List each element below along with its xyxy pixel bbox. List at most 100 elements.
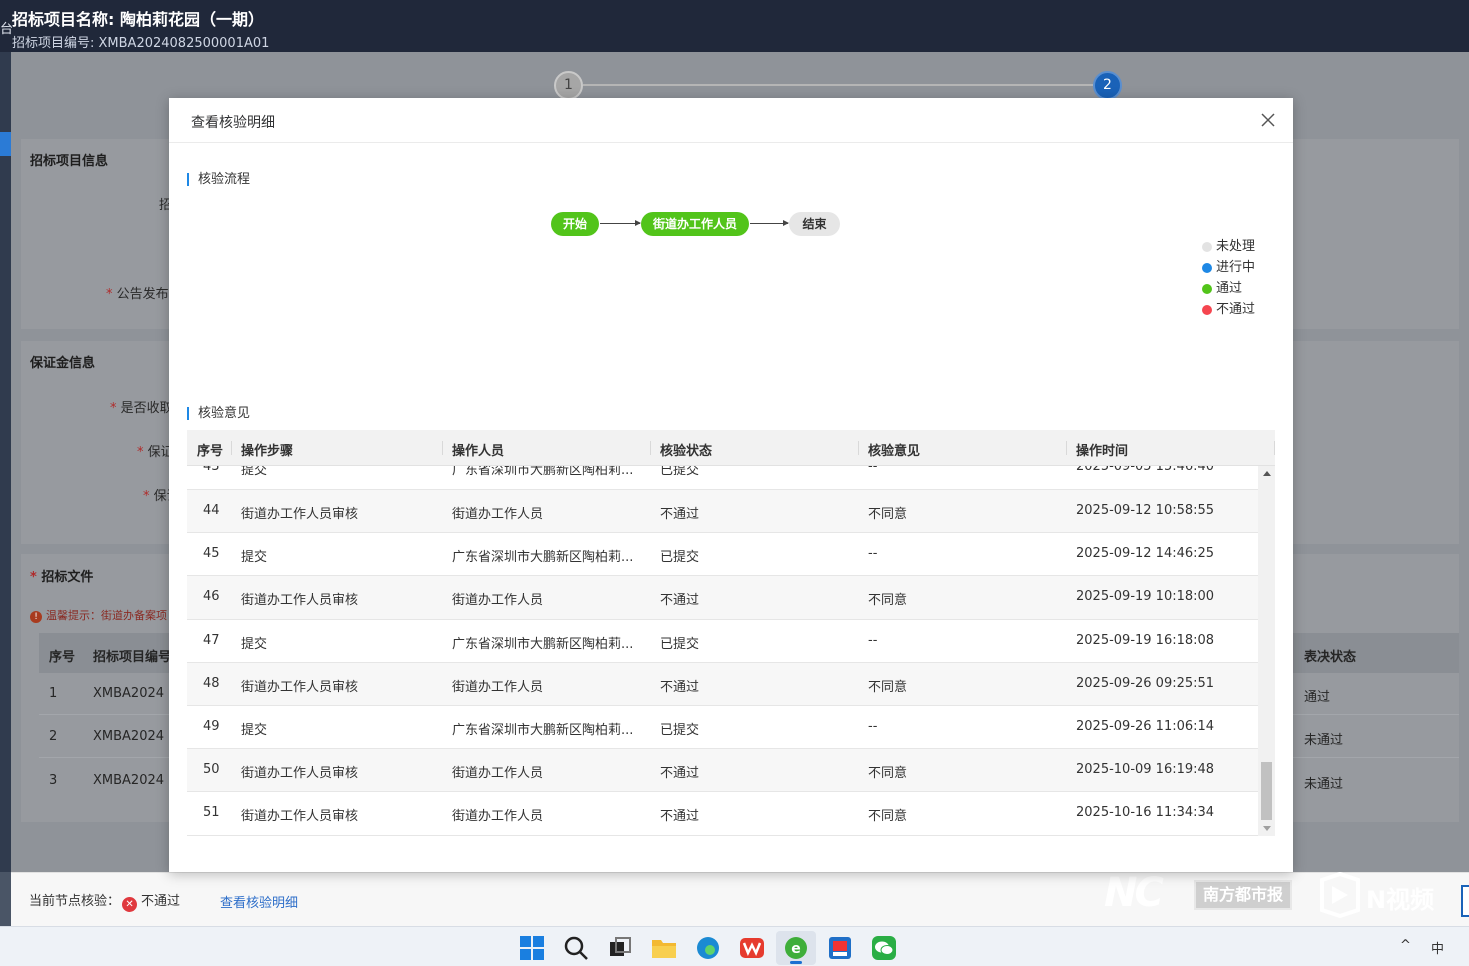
cell-status: 不通过 [660, 679, 700, 695]
col-status: 核验状态 [660, 444, 713, 459]
legend-dot-icon [1202, 284, 1212, 294]
windows-start-icon[interactable] [519, 935, 545, 961]
cell-operator: 街道办工作人员 [452, 766, 544, 782]
files-col-code: 招标项目编号 [93, 650, 172, 665]
cell-time: 2025-09-19 10:18:00 [1076, 589, 1215, 605]
cell-time: 2025-10-09 16:19:48 [1076, 762, 1215, 778]
edge-browser-icon[interactable] [695, 935, 721, 961]
nandu-watermark: NC 南方都市报 [1104, 870, 1292, 916]
ime-indicator[interactable]: 中 [1431, 938, 1444, 957]
edge-button[interactable] [1461, 885, 1469, 917]
cell-seq: 44 [203, 503, 220, 518]
files-row-code: XMBA2024 [93, 686, 165, 701]
table-row[interactable]: 51 街道办工作人员审核 街道办工作人员 不通过 不同意 2025-10-16 11:34… [187, 792, 1258, 836]
cell-operator: 街道办工作人员 [452, 809, 544, 825]
table-row[interactable]: 50 街道办工作人员审核 街道办工作人员 不通过 不同意 2025-10-09 16:19… [187, 749, 1258, 793]
table-row[interactable]: 46 街道办工作人员审核 街道办工作人员 不通过 不同意 2025-09-19 10:18… [187, 576, 1258, 620]
col-seq: 序号 [197, 444, 224, 459]
wechat-icon[interactable] [871, 935, 897, 961]
table-row[interactable]: 45 提交 广东省深圳市大鹏新区陶柏莉... 已提交 -- 2025-09-12 14:4… [187, 533, 1258, 577]
cell-status: 不通过 [660, 593, 700, 609]
current-node-verification: 当前节点核验： ✕ 不通过 [29, 894, 181, 912]
cell-opinion: 不同意 [868, 809, 908, 825]
fail-icon: ✕ [122, 897, 138, 912]
cell-step: 街道办工作人员审核 [241, 593, 359, 609]
cell-status: 已提交 [660, 636, 700, 652]
legend-item-pending: 未处理 [1202, 236, 1255, 257]
file-explorer-icon[interactable] [651, 935, 677, 961]
scroll-up-icon[interactable] [1263, 471, 1271, 476]
cell-opinion: -- [868, 466, 878, 474]
left-nav-strip [0, 52, 11, 872]
cell-operator: 广东省深圳市大鹏新区陶柏莉... [452, 550, 634, 566]
cell-opinion: 不同意 [868, 766, 908, 782]
opinion-section-title: 核验意见 [187, 407, 250, 420]
cell-status: 不通过 [660, 507, 700, 522]
verification-table: 序号 操作步骤 操作人员 核验状态 核验意见 操作时间 43 提交 广东省深圳市大鹏… [187, 430, 1275, 836]
cell-time: 2025-09-26 11:06:14 [1076, 718, 1215, 734]
cell-seq: 47 [203, 632, 220, 648]
cell-time: 2025-10-16 11:34:34 [1076, 805, 1215, 821]
legend-item-failed: 不通过 [1202, 299, 1255, 320]
cell-seq: 46 [203, 589, 220, 605]
taskbar: e ^ 中 [0, 926, 1469, 966]
files-row-seq: 3 [49, 773, 58, 788]
files-row-vote: 未通过 [1304, 777, 1344, 792]
cell-status: 已提交 [660, 722, 700, 738]
table-row[interactable]: 43 提交 广东省深圳市大鹏新区陶柏莉... 已提交 -- 2025-09-05 15:4… [187, 466, 1258, 490]
stepper-step-1[interactable]: 1 [554, 71, 583, 100]
control-panel-icon[interactable] [827, 935, 853, 961]
cell-opinion: 不同意 [868, 679, 908, 695]
stepper-step-2[interactable]: 2 [1093, 71, 1122, 100]
task-view-icon[interactable] [607, 935, 633, 961]
left-nav-active-mark [0, 132, 11, 156]
cell-step: 提交 [241, 636, 268, 652]
flow-node-street-office: 街道办工作人员 [641, 212, 749, 236]
close-icon[interactable] [1259, 111, 1277, 129]
table-row[interactable]: 44 街道办工作人员审核 街道办工作人员 不通过 不同意 2025-09-12 10:58… [187, 490, 1258, 534]
modal-header: 查看核验明细 [169, 98, 1293, 143]
tray-expand-icon[interactable]: ^ [1400, 938, 1411, 953]
svg-text:e: e [791, 941, 801, 957]
files-row-seq: 1 [49, 686, 58, 701]
table-body[interactable]: 43 提交 广东省深圳市大鹏新区陶柏莉... 已提交 -- 2025-09-05 15:4… [187, 466, 1258, 836]
view-verification-link[interactable]: 查看核验明细 [220, 892, 298, 911]
scroll-down-icon[interactable] [1263, 826, 1271, 831]
table-scrollbar[interactable] [1258, 466, 1275, 836]
table-row[interactable]: 49 提交 广东省深圳市大鹏新区陶柏莉... 已提交 -- 2025-09-26 11:0… [187, 706, 1258, 750]
flow-section-title: 核验流程 [187, 173, 250, 186]
cell-time: 2025-09-12 10:58:55 [1076, 503, 1215, 518]
cell-step: 街道办工作人员审核 [241, 809, 359, 825]
browser-e-icon[interactable]: e [783, 935, 809, 961]
modal-title: 查看核验明细 [191, 115, 275, 131]
cell-opinion: -- [868, 546, 878, 562]
flow-arrow [600, 220, 641, 226]
cell-seq: 50 [203, 762, 220, 778]
table-row[interactable]: 47 提交 广东省深圳市大鹏新区陶柏莉... 已提交 -- 2025-09-19 16:1… [187, 620, 1258, 663]
table-row[interactable]: 48 街道办工作人员审核 街道办工作人员 不通过 不同意 2025-09-26 09:25… [187, 662, 1258, 706]
cell-status: 不通过 [660, 766, 700, 782]
cell-operator: 广东省深圳市大鹏新区陶柏莉... [452, 636, 634, 652]
cell-operator: 街道办工作人员 [452, 507, 544, 522]
col-time: 操作时间 [1076, 444, 1129, 459]
cell-operator: 广东省深圳市大鹏新区陶柏莉... [452, 722, 634, 738]
cell-operator: 广东省深圳市大鹏新区陶柏莉... [452, 466, 634, 478]
cell-opinion: -- [868, 718, 878, 734]
project-info-title: 招标项目信息 [30, 154, 109, 169]
col-opinion: 核验意见 [868, 444, 921, 459]
files-row-vote: 未通过 [1304, 733, 1344, 748]
legend-dot-icon [1202, 305, 1212, 315]
cell-step: 提交 [241, 466, 268, 478]
files-col-seq: 序号 [49, 650, 76, 665]
scroll-thumb[interactable] [1261, 762, 1272, 820]
cell-seq: 43 [203, 466, 220, 474]
files-row-code: XMBA2024 [93, 729, 165, 744]
wps-office-icon[interactable] [739, 935, 765, 961]
cell-operator: 街道办工作人员 [452, 593, 544, 609]
search-icon[interactable] [563, 935, 589, 961]
stepper-line [583, 84, 1093, 86]
node-status: 不通过 [141, 894, 181, 909]
files-col-vote: 表决状态 [1304, 650, 1357, 665]
warning-icon: ! [30, 611, 42, 623]
project-code: 招标项目编号: XMBA2024082500001A01 [12, 36, 270, 51]
